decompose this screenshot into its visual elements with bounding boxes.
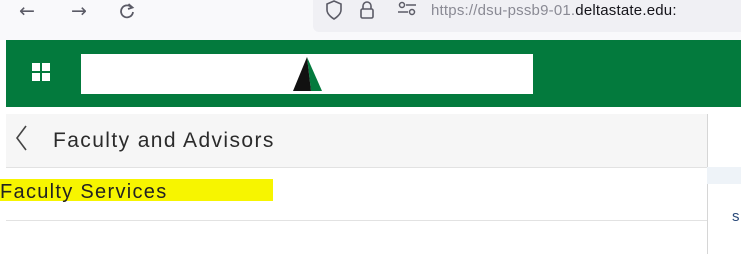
lock-icon[interactable]: [359, 0, 375, 25]
browser-toolbar: ← → https://dsu-pssb9-01.deltastate.edu:: [0, 0, 741, 40]
url-text[interactable]: https://dsu-pssb9-01.deltastate.edu:: [431, 2, 677, 19]
address-bar[interactable]: https://dsu-pssb9-01.deltastate.edu:: [313, 0, 741, 32]
content-panel: Faculty and Advisors Faculty Services: [0, 114, 708, 254]
menu-item-label: Faculty Services: [0, 181, 168, 203]
logo-banner: [81, 54, 533, 94]
back-arrow-icon[interactable]: ←: [12, 0, 42, 22]
reload-icon[interactable]: [112, 0, 142, 22]
shield-icon[interactable]: [325, 0, 343, 25]
permissions-icon[interactable]: [397, 0, 417, 23]
page-header: Faculty and Advisors: [6, 114, 707, 168]
chevron-left-icon[interactable]: [12, 122, 32, 156]
forward-arrow-icon[interactable]: →: [64, 0, 94, 22]
app-grid-icon[interactable]: [32, 63, 50, 81]
background-strip: [707, 167, 741, 184]
url-domain: deltastate.edu:: [575, 2, 677, 19]
menu-item-faculty-services[interactable]: Faculty Services: [0, 168, 707, 221]
delta-state-logo: [293, 57, 322, 91]
site-header: [6, 40, 741, 107]
url-prefix: https://dsu-pssb9-01.: [431, 2, 576, 19]
background-text-fragment: s: [732, 208, 740, 225]
page-title: Faculty and Advisors: [53, 129, 275, 152]
